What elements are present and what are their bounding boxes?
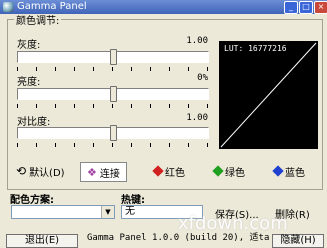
gray-slider-ticks [17, 67, 209, 71]
status-text: Gamma Panel 1.0.0 (build 20), 适ta [87, 233, 270, 243]
gamma-curve-line [220, 42, 317, 148]
blue-diamond-icon [272, 165, 284, 177]
link-button[interactable]: ❖ 连接 [80, 162, 127, 182]
gray-label: 灰度: [17, 40, 41, 51]
red-diamond-icon [152, 165, 164, 177]
scheme-label: 配色方案: [10, 195, 54, 206]
gray-value: 1.00 [186, 36, 208, 46]
blue-channel-label: 蓝色 [285, 167, 305, 179]
refresh-icon: ⟲ [16, 164, 27, 178]
scheme-select[interactable]: ▼ [11, 205, 115, 219]
brightness-value: 0% [197, 73, 208, 83]
watermark: xfdown.com [178, 213, 288, 234]
red-channel-button[interactable]: 红色 [152, 160, 185, 182]
brightness-slider-ticks [17, 104, 209, 108]
green-channel-button[interactable]: 绿色 [212, 160, 245, 182]
lut-readout: LUT: 16777216 [224, 44, 287, 53]
brightness-slider-thumb[interactable] [110, 86, 117, 102]
chevron-down-icon[interactable]: ▼ [101, 206, 114, 218]
contrast-value: 1.00 [186, 113, 208, 123]
app-icon [3, 2, 13, 12]
green-diamond-icon [212, 165, 224, 177]
blue-channel-button[interactable]: 蓝色 [272, 160, 305, 182]
contrast-slider-ticks [17, 143, 209, 147]
hotkey-label: 热键: [121, 195, 145, 206]
brightness-label: 亮度: [17, 77, 41, 88]
default-button-label: 默认(D) [29, 167, 65, 179]
gray-slider-thumb[interactable] [110, 49, 117, 65]
gamma-curve-svg [220, 42, 317, 148]
default-button[interactable]: ⟲ 默认(D) [16, 160, 65, 182]
link-button-label: 连接 [99, 168, 120, 180]
gamma-curve-graph: LUT: 16777216 [219, 41, 318, 149]
contrast-slider-thumb[interactable] [110, 125, 117, 141]
green-channel-label: 绿色 [225, 167, 245, 179]
contrast-label: 对比度: [17, 117, 51, 128]
link-icon: ❖ [87, 165, 97, 179]
red-channel-label: 红色 [165, 167, 185, 179]
color-adjust-legend: 颜色调节: [16, 16, 60, 27]
